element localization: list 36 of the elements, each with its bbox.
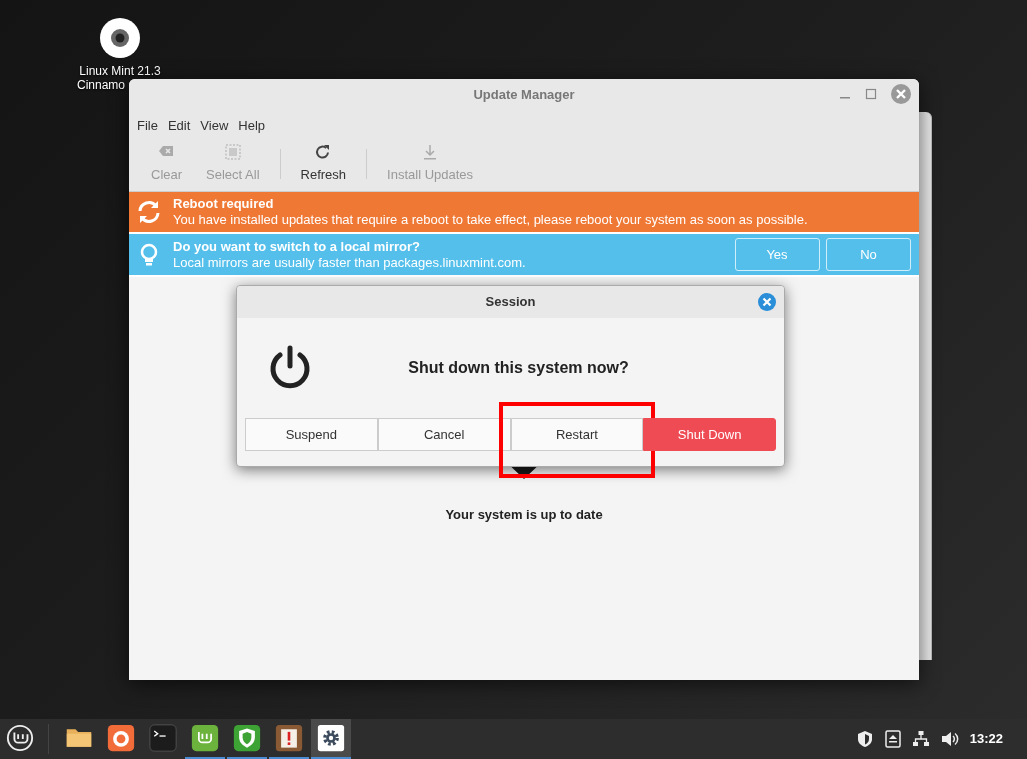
dialog-question: Shut down this system now? (407, 358, 630, 378)
menu-item[interactable]: Edit (165, 114, 193, 138)
refresh-icon (137, 200, 161, 224)
close-icon[interactable] (758, 293, 776, 311)
close-icon[interactable] (891, 84, 911, 104)
eject-icon[interactable] (883, 730, 902, 748)
dialog-button[interactable]: Shut Down (643, 418, 776, 451)
menu-item[interactable]: File (135, 114, 160, 138)
banner-text: Local mirrors are usually faster than packages.linuxmint.com. (173, 254, 527, 271)
toolbar-button[interactable]: Refresh (290, 141, 357, 186)
banner-title: Reboot required (173, 196, 275, 212)
desktop-icon-label: Linux Mint 21.3 (78, 64, 162, 78)
status-text: Your system is up to date (445, 506, 603, 524)
settings-icon[interactable] (317, 722, 345, 754)
mint-logo-icon (6, 723, 34, 753)
menu-item[interactable]: View (198, 114, 231, 138)
warning-box-icon[interactable] (275, 722, 303, 754)
dialog-title: Session (485, 293, 536, 312)
window-title: Update Manager (473, 85, 575, 104)
shield-icon[interactable] (233, 722, 261, 754)
taskbar-app[interactable] (311, 719, 351, 759)
terminal-icon[interactable] (149, 722, 177, 754)
desktop-icon-label: Cinnamo (75, 78, 126, 92)
menu-item[interactable]: Help (236, 114, 268, 138)
shield-icon[interactable] (855, 730, 874, 748)
dialog-button[interactable]: Suspend (245, 418, 378, 451)
banner-title: Do you want to switch to a local mirror? (173, 238, 422, 255)
volume-icon[interactable] (939, 730, 960, 748)
dialog-button[interactable]: Cancel (377, 418, 511, 451)
dialog-button[interactable]: Restart (510, 418, 644, 451)
mint-logo-icon[interactable] (191, 722, 219, 754)
banner-text: You have installed updates that require a reboot to take effect, please reboot your system as soon as possible. (173, 212, 809, 228)
maximize-icon[interactable] (865, 88, 877, 100)
network-icon[interactable] (911, 730, 930, 748)
clock[interactable]: 13:22 (969, 729, 1003, 749)
disc-icon[interactable] (100, 18, 140, 58)
